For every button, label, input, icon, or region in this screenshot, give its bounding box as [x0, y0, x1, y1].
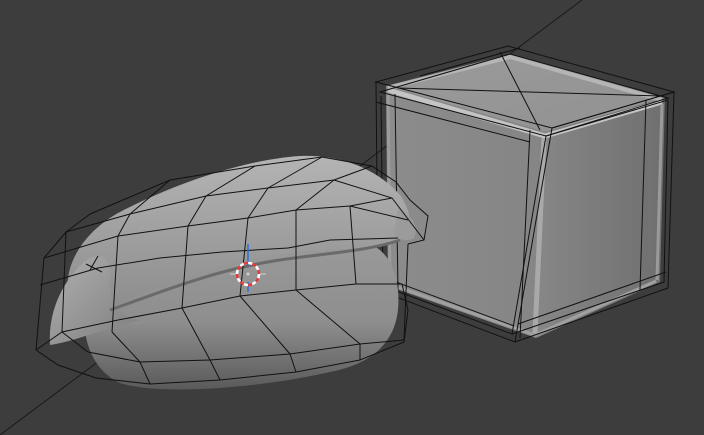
viewport-scene[interactable]	[0, 0, 704, 435]
cube-object[interactable]	[374, 45, 676, 343]
sushi-object[interactable]	[35, 155, 429, 390]
3d-viewport[interactable]	[0, 0, 704, 435]
